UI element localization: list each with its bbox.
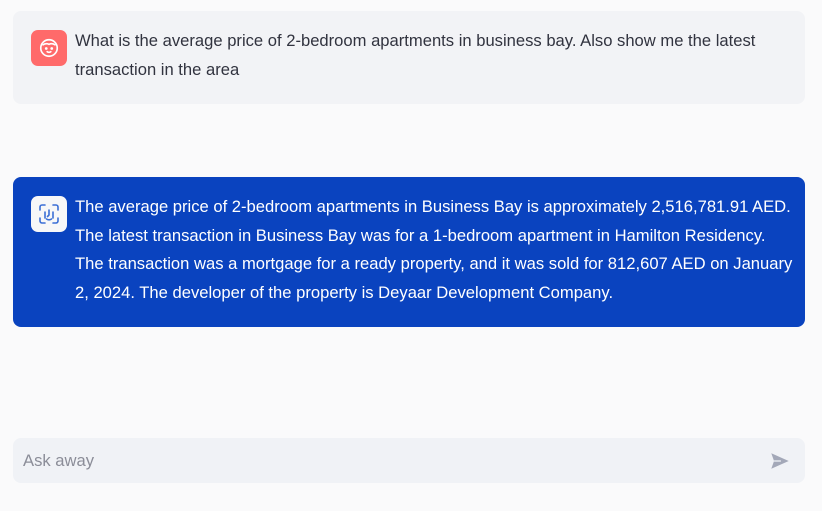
assistant-face-scan-icon xyxy=(39,204,59,224)
send-icon xyxy=(771,452,789,469)
assistant-avatar xyxy=(31,196,67,232)
user-message-text: What is the average price of 2-bedroom a… xyxy=(75,31,756,79)
user-message: What is the average price of 2-bedroom a… xyxy=(13,11,805,104)
user-avatar xyxy=(31,30,67,66)
chat-input-bar xyxy=(13,438,805,483)
assistant-message: The average price of 2-bedroom apartment… xyxy=(13,177,805,327)
send-button[interactable] xyxy=(765,446,795,476)
user-face-icon xyxy=(39,38,59,58)
assistant-message-text: The average price of 2-bedroom apartment… xyxy=(75,197,793,303)
chat-input[interactable] xyxy=(23,440,765,481)
